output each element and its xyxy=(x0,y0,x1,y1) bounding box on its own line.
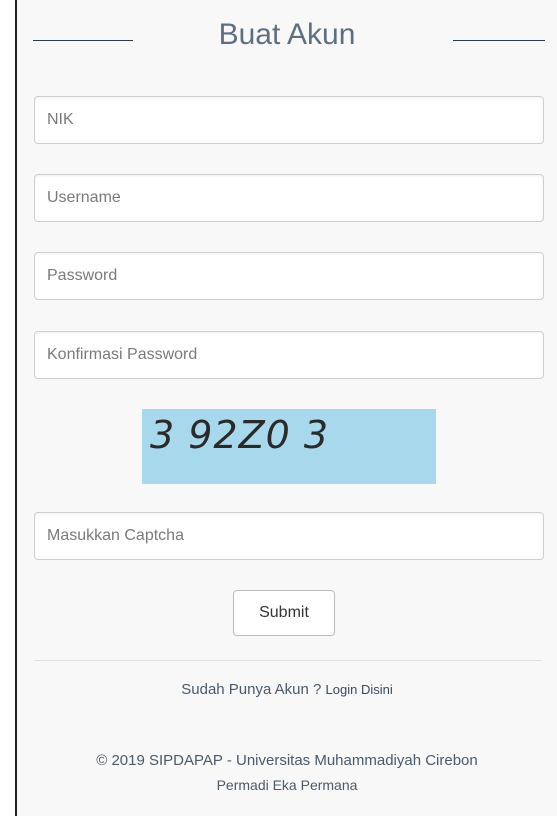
nik-input[interactable] xyxy=(34,96,544,144)
confirm-password-input[interactable] xyxy=(34,331,544,379)
divider xyxy=(34,660,542,661)
footer-author: Permadi Eka Permana xyxy=(216,777,358,793)
login-link[interactable]: Login Disini xyxy=(326,682,393,697)
footer-copyright: © 2019 SIPDAPAP - Universitas Muhammadiy… xyxy=(96,752,478,769)
login-prompt-text: Sudah Punya Akun ? xyxy=(181,681,326,698)
captcha-code: 3 92Z0 3 xyxy=(150,413,330,457)
captcha-image: 3 92Z0 3 xyxy=(142,409,436,484)
submit-button[interactable]: Submit xyxy=(233,590,335,636)
form-header: Buat Akun xyxy=(17,10,557,72)
login-prompt: Sudah Punya Akun ? Login Disini xyxy=(17,681,557,698)
password-input[interactable] xyxy=(34,252,544,300)
register-panel: Buat Akun 3 92Z0 3 Submit Sudah Punya Ak… xyxy=(15,0,557,816)
header-line-right xyxy=(453,40,545,41)
captcha-input[interactable] xyxy=(34,512,544,560)
username-input[interactable] xyxy=(34,174,544,222)
page-title: Buat Akun xyxy=(218,18,356,51)
